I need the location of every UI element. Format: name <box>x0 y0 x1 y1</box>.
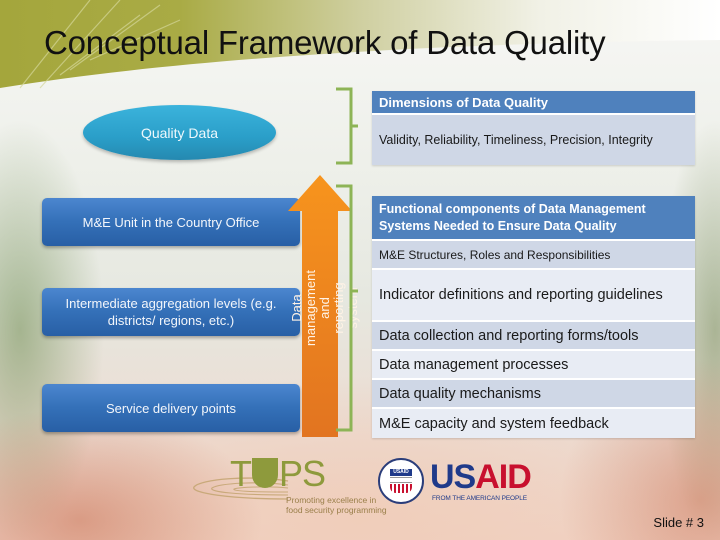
functional-row-text: Data collection and reporting forms/tool… <box>379 327 639 344</box>
functional-row-text: Data management processes <box>379 356 569 373</box>
usaid-us: US <box>430 458 476 496</box>
slide-title: Conceptual Framework of Data Quality <box>44 24 606 61</box>
table-row: M&E capacity and system feedback <box>372 409 695 438</box>
header-band: Conceptual Framework of Data Quality <box>0 0 720 90</box>
level-label: M&E Unit in the Country Office <box>82 214 260 230</box>
quality-data-label: Quality Data <box>140 124 219 141</box>
table-row: Data management processes <box>372 351 695 380</box>
table-row: Data collection and reporting forms/tool… <box>372 322 695 351</box>
dimensions-row-text: Validity, Reliability, Timeliness, Preci… <box>379 133 653 147</box>
bracket-functional <box>336 184 358 432</box>
stripes-icon <box>390 484 412 493</box>
tops-logo: T PS Promoting excellence in food securit… <box>190 455 390 515</box>
level-label: Intermediate aggregation levels (e.g. di… <box>65 296 277 328</box>
functional-row-text: Indicator definitions and reporting guid… <box>379 286 663 303</box>
usaid-aid: AID <box>475 458 532 496</box>
functional-row-text: M&E Structures, Roles and Responsibiliti… <box>379 247 611 262</box>
tops-letters-ps: PS <box>279 453 326 494</box>
usaid-seal-icon: USAID <box>378 458 424 504</box>
usaid-logo: USAID USAID FROM THE AMERICAN PEOPLE <box>378 458 543 508</box>
tops-wordmark: T PS <box>230 453 326 494</box>
functional-row-text: M&E capacity and system feedback <box>379 415 609 432</box>
level-label: Service delivery points <box>105 400 237 416</box>
dimensions-table: Dimensions of Data Quality Validity, Rel… <box>372 91 695 165</box>
level-box-intermediate: Intermediate aggregation levels (e.g. di… <box>42 288 300 336</box>
usaid-wordmark: USAID <box>430 458 532 496</box>
level-box-country-office: M&E Unit in the Country Office <box>42 198 300 246</box>
functional-components-table: Functional components of Data Management… <box>372 196 695 438</box>
tops-tagline-line2: food security programming <box>286 505 387 515</box>
functional-row-text: Data quality mechanisms <box>379 385 541 402</box>
dimensions-table-header: Dimensions of Data Quality <box>372 91 695 115</box>
tops-tagline: Promoting excellence in food security pr… <box>286 495 387 515</box>
seal-text: USAID <box>390 469 412 476</box>
level-box-service-delivery: Service delivery points <box>42 384 300 432</box>
wheat-icon <box>252 458 278 488</box>
quality-data-ellipse: Quality Data <box>83 105 276 160</box>
slide-number: Slide # 3 <box>653 515 704 530</box>
tops-letter-t: T <box>230 453 252 494</box>
usaid-tagline: FROM THE AMERICAN PEOPLE <box>432 495 527 502</box>
functional-header-text: Functional components of Data Management… <box>379 201 646 233</box>
functional-table-header: Functional components of Data Management… <box>372 196 695 241</box>
handshake-icon <box>390 477 412 483</box>
table-row: Indicator definitions and reporting guid… <box>372 270 695 322</box>
bracket-dimensions <box>336 87 358 165</box>
table-row: Validity, Reliability, Timeliness, Preci… <box>372 115 695 165</box>
dimensions-header-text: Dimensions of Data Quality <box>379 94 549 110</box>
tops-tagline-line1: Promoting excellence in <box>286 495 377 505</box>
table-row: Data quality mechanisms <box>372 380 695 409</box>
table-row: M&E Structures, Roles and Responsibiliti… <box>372 241 695 270</box>
